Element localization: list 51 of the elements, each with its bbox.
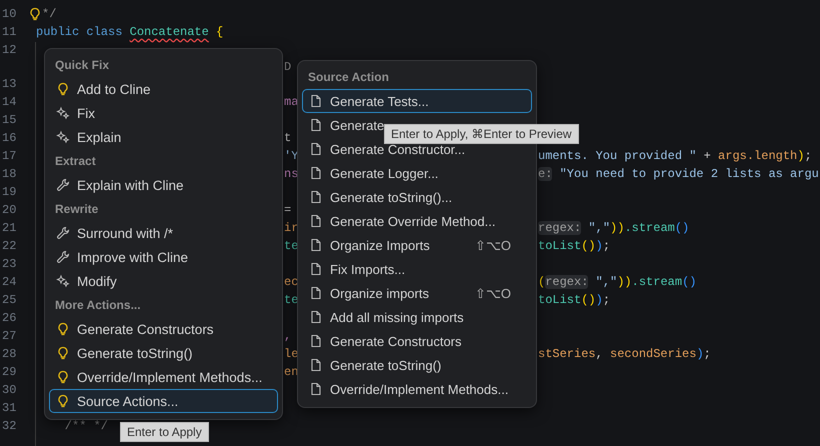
line-number: 15 [1,113,16,127]
code-text: ec [284,275,298,289]
line-number: 14 [1,95,16,109]
code-text: e: "You need to provide 2 lists as argu [538,167,819,181]
codelens-text: D [284,60,292,74]
line-number: 19 [1,185,16,199]
line-number: 24 [1,275,16,289]
line-number: 23 [1,257,16,271]
section-header: Quick Fix [54,57,110,74]
code-text: = [284,203,292,217]
line-number: 32 [1,419,16,433]
code-text: toList()); [538,293,610,307]
line-number: 31 [1,401,16,415]
tooltip: Enter to Apply, ⌘Enter to Preview [384,124,579,144]
code-text: te [284,239,298,253]
section-header: Rewrite [54,201,98,218]
line-number: 29 [1,365,16,379]
code-text: ma [284,95,298,109]
line-number: 18 [1,167,16,181]
code-text: */ [42,7,56,21]
line-number: 27 [1,329,16,343]
code-text: le [284,347,298,361]
line-number: 20 [1,203,16,217]
section-header: More Actions... [54,297,141,314]
line-number: 28 [1,347,16,361]
line-number: 30 [1,383,16,397]
tooltip: Enter to Apply [120,422,209,442]
code-text: t [284,131,292,145]
code-text: ir [284,221,298,235]
line-number: 26 [1,311,16,325]
section-header: Source Action [307,69,389,86]
code-text: stSeries, secondSeries); [538,347,711,361]
code-text: ns [284,167,298,181]
code-text: (regex: ",")).stream() [538,275,696,289]
line-number: 16 [1,131,16,145]
code-text: public class Concatenate { [36,25,224,39]
section-header: Extract [54,153,96,170]
code-text: /** */ [64,419,108,433]
code-text: regex: ",")).stream() [538,221,690,235]
code-text: uments. You provided " + args.length); [538,149,812,163]
line-number: 12 [1,43,16,57]
line-number: 10 [1,7,16,21]
code-text: toList()); [538,239,610,253]
code-text: te [284,293,298,307]
line-number: 11 [1,25,16,39]
code-text: , [284,329,292,343]
line-number: 22 [1,239,16,253]
line-number: 13 [1,77,16,91]
line-number: 21 [1,221,16,235]
line-number: 17 [1,149,16,163]
line-number: 25 [1,293,16,307]
